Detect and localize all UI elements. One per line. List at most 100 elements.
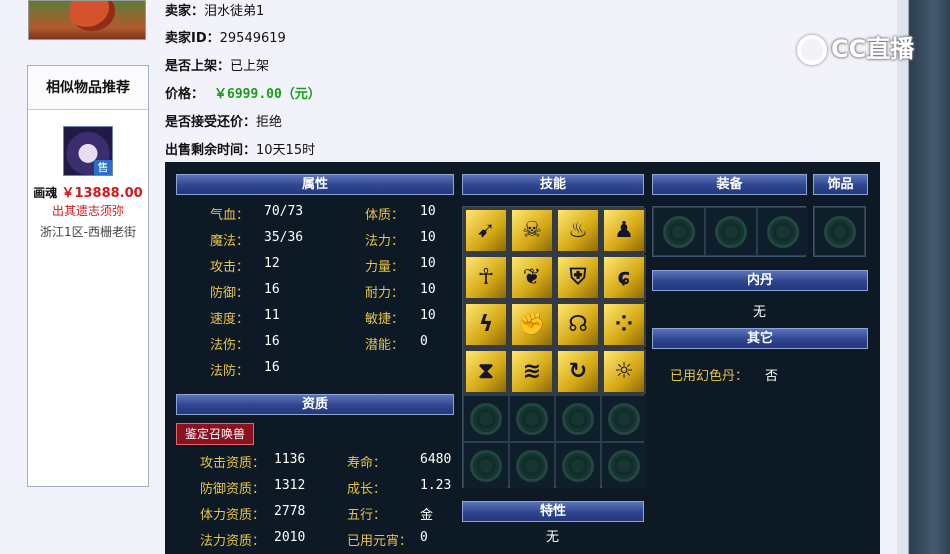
attr-value: 11 <box>264 308 280 323</box>
attr-label: 体质： <box>365 208 405 223</box>
sun-skill-icon: ☼ <box>614 358 634 384</box>
hourglass-skill-icon: ⧗ <box>478 358 494 384</box>
equipment-slot[interactable] <box>654 208 704 255</box>
counter-offer-label: 是否接受还价： <box>165 115 257 130</box>
flame-skill-icon: ♨ <box>568 217 588 243</box>
empty-slot-icon <box>470 449 502 482</box>
attr-label: 法力： <box>365 234 405 249</box>
dye-pill-label: 已用幻色丹： <box>670 369 749 384</box>
scrollbar-rail[interactable] <box>897 0 909 554</box>
attr-label: 潜能： <box>365 338 405 353</box>
empty-slot-icon <box>767 215 799 248</box>
traits-value: 无 <box>546 530 560 545</box>
skill-slot[interactable]: ☼ <box>602 349 646 394</box>
price-label: 价格： <box>165 87 205 102</box>
time-left-row: 出售剩余时间：10天15时 <box>165 139 315 158</box>
recommended-item-title: 画魂 <box>33 186 58 200</box>
skill-slot[interactable]: ⛨ <box>556 255 600 300</box>
skill-slot[interactable]: ɕ <box>602 255 646 300</box>
empty-skill-slot <box>556 396 600 441</box>
seller-id-label: 卖家ID： <box>165 31 220 46</box>
quality-header: 资质 <box>176 394 454 415</box>
attr-value: 10 <box>420 230 436 245</box>
attr-value: 0 <box>420 334 428 349</box>
skill-slot[interactable]: ☥ <box>464 255 508 300</box>
pet-avatar-art <box>69 1 115 31</box>
pet-avatar-image <box>28 0 146 40</box>
equipment-slots <box>652 206 808 257</box>
counter-offer-value: 拒绝 <box>256 115 283 130</box>
scrollbar-panel <box>910 0 950 554</box>
skill-slot[interactable]: ϟ <box>464 302 508 347</box>
skill-slot[interactable]: ♟ <box>602 208 646 253</box>
equipment-slot[interactable] <box>758 208 808 255</box>
skill-slot[interactable]: ☠ <box>510 208 554 253</box>
attr-label: 敏捷： <box>365 312 405 327</box>
quality-label: 攻击资质： <box>200 456 266 471</box>
seller-id: 29549619 <box>219 31 286 46</box>
attr-label: 防御： <box>210 286 250 301</box>
quality-value: 6480 <box>420 452 452 467</box>
attr-label: 法防： <box>210 364 250 379</box>
attr-label: 攻击： <box>210 260 250 275</box>
swirl-skill-icon: ɕ <box>617 264 631 290</box>
quality-value: 0 <box>420 530 428 545</box>
skill-slot[interactable]: ☊ <box>556 302 600 347</box>
price-value: ￥6999.00（元） <box>214 87 321 102</box>
listed-label: 是否上架： <box>165 59 231 74</box>
listed-status: 已上架 <box>230 59 270 74</box>
time-left-value: 10天15时 <box>256 143 316 158</box>
traits-header: 特性 <box>462 501 644 522</box>
skill-slot[interactable]: ➹ <box>464 208 508 253</box>
empty-slot-icon <box>608 402 640 435</box>
quality-label: 五行： <box>347 508 387 523</box>
pet-detail-panel: 属性 技能 装备 饰品 气血： 70/73 体质： 10 魔法： 35/36 法力： 10 攻击… <box>165 162 880 554</box>
watermark-text: CC直播 <box>831 35 915 63</box>
recommended-item-price: ￥13888.00 <box>61 186 143 201</box>
seller-name: 泪水徒弟1 <box>204 4 265 19</box>
quality-label: 寿命： <box>347 456 387 471</box>
attr-value: 12 <box>264 256 280 271</box>
attr-value: 16 <box>264 360 280 375</box>
recommended-item-name[interactable]: 画魂 ￥13888.00 <box>28 182 148 201</box>
equipment-header: 装备 <box>652 174 807 195</box>
attr-value: 10 <box>420 256 436 271</box>
skill-slot[interactable]: ⧗ <box>464 349 508 394</box>
empty-skill-slot <box>464 443 508 488</box>
skill-slot[interactable]: ≋ <box>510 349 554 394</box>
attr-value: 10 <box>420 308 436 323</box>
hook-skill-icon: ↻ <box>568 358 588 384</box>
attr-label: 法伤： <box>210 338 250 353</box>
empty-slot-icon <box>663 215 695 248</box>
recommended-item-note: 出其遗志须弥 <box>51 204 124 218</box>
attr-label: 速度： <box>210 312 250 327</box>
quality-label: 已用元宵： <box>347 534 413 549</box>
quality-value: 1136 <box>274 452 306 467</box>
listed-row: 是否上架：已上架 <box>165 55 269 74</box>
shield-skill-icon: ⛨ <box>569 264 587 290</box>
empty-slot-icon <box>516 449 548 482</box>
similar-items-title: 相似物品推荐 <box>28 66 148 110</box>
attr-value: 16 <box>264 334 280 349</box>
other-header: 其它 <box>652 328 868 349</box>
accessory-slot[interactable] <box>815 208 864 255</box>
price-row: 价格： ￥6999.00（元） <box>165 83 321 102</box>
appraise-pet-button[interactable]: 鉴定召唤兽 <box>176 423 254 445</box>
accessory-slot-box <box>813 206 866 257</box>
bow-skill-icon: ➹ <box>476 217 496 243</box>
quality-label: 防御资质： <box>200 482 266 497</box>
time-left-label: 出售剩余时间： <box>165 143 257 158</box>
empty-slot-icon <box>470 402 502 435</box>
cc-logo-icon <box>797 35 827 65</box>
skill-slot[interactable]: ⁘ <box>602 302 646 347</box>
recommended-pet-avatar[interactable]: 售 <box>63 126 113 176</box>
inner-pill-value: 无 <box>753 305 767 320</box>
skill-slot[interactable]: ↻ <box>556 349 600 394</box>
skills-header: 技能 <box>462 174 644 195</box>
skill-slot[interactable]: ♨ <box>556 208 600 253</box>
similar-items-box: 相似物品推荐 售 画魂 ￥13888.00 出其遗志须弥 浙江1区-西栅老街 <box>27 65 149 487</box>
page-scrollbar[interactable] <box>897 0 950 554</box>
skill-slot[interactable]: ✊ <box>510 302 554 347</box>
skill-slot[interactable]: ❦ <box>510 255 554 300</box>
equipment-slot[interactable] <box>706 208 756 255</box>
